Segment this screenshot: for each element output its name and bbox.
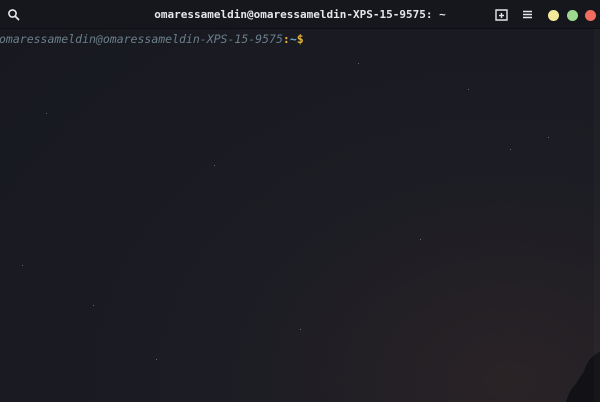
prompt-line: omaressameldin@omaressameldin-XPS-15-957…	[0, 31, 311, 47]
background-star	[510, 149, 511, 150]
background-star	[156, 359, 157, 360]
background-star	[420, 239, 421, 240]
window-title: omaressameldin@omaressameldin-XPS-15-957…	[154, 8, 446, 21]
close-button[interactable]	[585, 10, 596, 21]
title-bar: omaressameldin@omaressameldin-XPS-15-957…	[0, 0, 600, 29]
background-star	[46, 113, 47, 114]
search-icon	[5, 6, 23, 24]
minimize-button[interactable]	[548, 10, 559, 21]
background-star	[22, 265, 23, 266]
background-star	[358, 63, 359, 64]
prompt-symbol: $	[296, 32, 304, 46]
maximize-button[interactable]	[567, 10, 578, 21]
terminal-area[interactable]: omaressameldin@omaressameldin-XPS-15-957…	[0, 29, 600, 402]
hamburger-menu-icon	[520, 7, 535, 22]
tree-silhouette	[566, 352, 600, 402]
prompt-separator: :	[282, 32, 290, 46]
background-star	[300, 329, 301, 330]
scrollbar[interactable]	[594, 29, 600, 402]
text-cursor	[304, 33, 311, 45]
background-star	[93, 305, 94, 306]
background-star	[548, 137, 549, 138]
background-star	[214, 165, 215, 166]
new-tab-icon	[494, 7, 509, 22]
prompt-user-host: omaressameldin@omaressameldin-XPS-15-957…	[0, 32, 283, 46]
prompt-path: ~	[289, 32, 297, 46]
terminal-window: omaressameldin@omaressameldin-XPS-15-957…	[0, 0, 600, 402]
menu-button[interactable]	[520, 7, 535, 22]
new-tab-button[interactable]	[494, 7, 509, 22]
background-star	[468, 89, 469, 90]
search-button[interactable]	[5, 6, 23, 24]
